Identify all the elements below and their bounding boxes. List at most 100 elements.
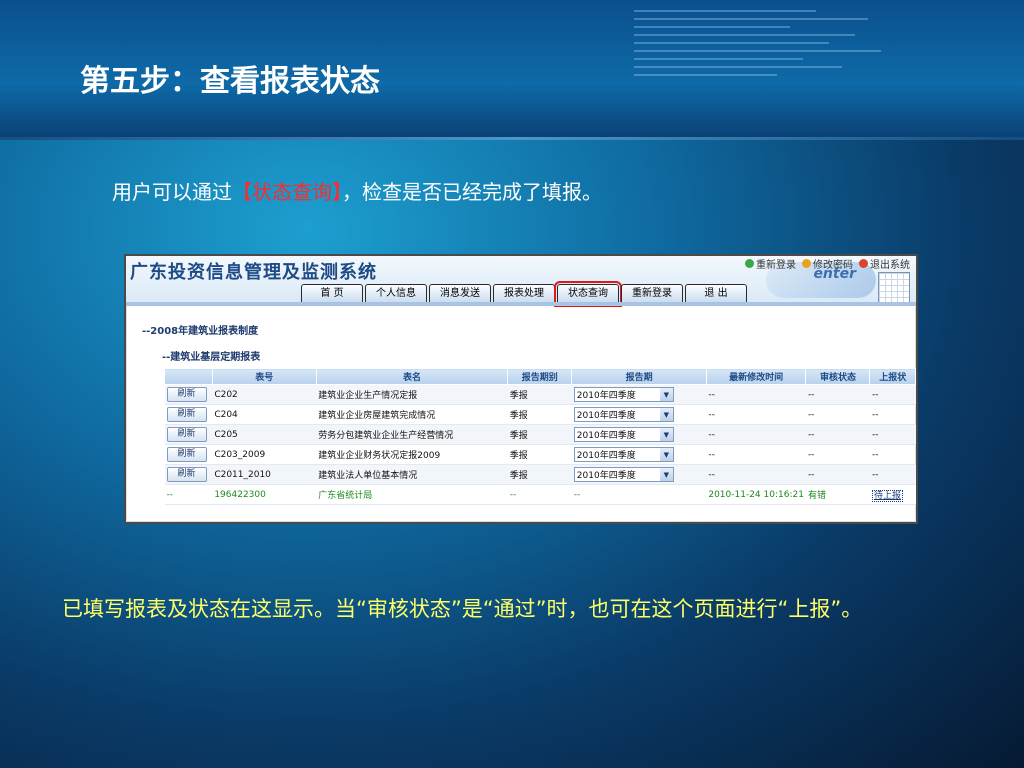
col-name: 表名 bbox=[315, 368, 509, 385]
summary-col0: -- bbox=[164, 484, 213, 505]
summary-period: -- bbox=[571, 484, 707, 505]
refresh-cell: 刷新 bbox=[164, 424, 213, 445]
summary-status: 有错 bbox=[805, 484, 870, 505]
relogin-icon bbox=[745, 259, 754, 268]
chevron-down-icon[interactable]: ▼ bbox=[659, 448, 673, 461]
breadcrumb-report-group[interactable]: --建筑业基层定期报表 bbox=[162, 348, 260, 363]
refresh-button[interactable]: 刷新 bbox=[166, 407, 207, 422]
period-type-cell: 季报 bbox=[507, 404, 572, 425]
period-select[interactable]: 2010年四季度 ▼ bbox=[573, 407, 674, 422]
period-type-cell: 季报 bbox=[507, 444, 572, 465]
period-select[interactable]: 2010年四季度 ▼ bbox=[573, 467, 674, 482]
code-cell: C202 bbox=[212, 384, 317, 405]
nav-status-query[interactable]: 状态查询 bbox=[554, 281, 622, 307]
code-cell: C204 bbox=[212, 404, 317, 425]
nav-messages[interactable]: 消息发送 bbox=[429, 284, 491, 304]
decorative-code-lines bbox=[634, 4, 894, 124]
col-period: 报告期 bbox=[571, 368, 707, 385]
period-cell: 2010年四季度 ▼ bbox=[571, 384, 707, 405]
chevron-down-icon[interactable]: ▼ bbox=[659, 388, 673, 401]
chevron-down-icon[interactable]: ▼ bbox=[659, 408, 673, 421]
report-status-cell: -- bbox=[869, 424, 916, 445]
intro-suffix: ，检查是否已经完成了填报。 bbox=[342, 180, 602, 204]
name-cell: 建筑业企业房屋建筑完成情况 bbox=[316, 404, 508, 425]
report-status-cell: -- bbox=[869, 404, 916, 425]
refresh-cell: 刷新 bbox=[164, 444, 213, 465]
table-row: 刷新 C2011_2010 建筑业法人单位基本情况 季报 2010年四季度 ▼ -- -- -- bbox=[164, 464, 916, 485]
table-row: 刷新 C202 建筑业企业生产情况定报 季报 2010年四季度 ▼ -- -- -- bbox=[164, 384, 916, 405]
period-select[interactable]: 2010年四季度 ▼ bbox=[573, 447, 674, 462]
review-status-cell: -- bbox=[805, 424, 870, 445]
summary-code: 196422300 bbox=[212, 484, 317, 505]
logout-link[interactable]: 退出系统 bbox=[859, 256, 910, 271]
review-status-cell: -- bbox=[805, 404, 870, 425]
relogin-link[interactable]: 重新登录 bbox=[745, 256, 796, 271]
period-cell: 2010年四季度 ▼ bbox=[571, 464, 707, 485]
report-status-cell: -- bbox=[869, 464, 916, 485]
period-select[interactable]: 2010年四季度 ▼ bbox=[573, 387, 674, 402]
refresh-button[interactable]: 刷新 bbox=[166, 427, 207, 442]
nav-reports[interactable]: 报表处理 bbox=[493, 284, 555, 304]
report-status-cell: -- bbox=[869, 444, 916, 465]
refresh-cell: 刷新 bbox=[164, 384, 213, 405]
code-cell: C203_2009 bbox=[212, 444, 317, 465]
main-nav: 首 页 个人信息 消息发送 报表处理 状态查询 重新登录 退 出 bbox=[301, 281, 747, 307]
summary-report: 待上报 bbox=[869, 484, 916, 505]
slide-title: 第五步：查看报表状态 bbox=[80, 64, 380, 99]
chevron-down-icon[interactable]: ▼ bbox=[659, 428, 673, 441]
intro-highlight: 【状态查询】 bbox=[232, 180, 342, 204]
report-status-table: 表号 表名 报告期别 报告期 最新修改时间 审核状态 上报状 刷新 C202 建筑业… bbox=[164, 368, 916, 505]
nav-exit[interactable]: 退 出 bbox=[685, 284, 747, 304]
nav-divider bbox=[126, 302, 916, 306]
app-header: 广东投资信息管理及监测系统 enter 重新登录 修改密码 退出系统 首 页 个… bbox=[126, 256, 916, 307]
refresh-button[interactable]: 刷新 bbox=[166, 387, 207, 402]
table-row: 刷新 C205 劳务分包建筑业企业生产经营情况 季报 2010年四季度 ▼ -- -- -- bbox=[164, 424, 916, 445]
col-action bbox=[164, 368, 213, 385]
refresh-button[interactable]: 刷新 bbox=[166, 447, 207, 462]
summary-modified: 2010-11-24 10:16:21 bbox=[706, 484, 806, 505]
calendar-icon bbox=[878, 272, 910, 304]
review-status-cell: -- bbox=[805, 384, 870, 405]
period-type-cell: 季报 bbox=[507, 464, 572, 485]
code-cell: C205 bbox=[212, 424, 317, 445]
refresh-cell: 刷新 bbox=[164, 404, 213, 425]
modified-cell: -- bbox=[706, 404, 806, 425]
code-cell: C2011_2010 bbox=[212, 464, 317, 485]
nav-relogin[interactable]: 重新登录 bbox=[621, 284, 683, 304]
col-modified: 最新修改时间 bbox=[705, 368, 807, 385]
nav-profile[interactable]: 个人信息 bbox=[365, 284, 427, 304]
refresh-button[interactable]: 刷新 bbox=[166, 467, 207, 482]
table-header-row: 表号 表名 报告期别 报告期 最新修改时间 审核状态 上报状 bbox=[164, 368, 916, 385]
table-row: 刷新 C204 建筑业企业房屋建筑完成情况 季报 2010年四季度 ▼ -- -- -- bbox=[164, 404, 916, 425]
period-select[interactable]: 2010年四季度 ▼ bbox=[573, 427, 674, 442]
table-row: 刷新 C203_2009 建筑业企业财务状况定报2009 季报 2010年四季度 ▼ -- -… bbox=[164, 444, 916, 465]
modified-cell: -- bbox=[706, 384, 806, 405]
submit-report-link[interactable]: 待上报 bbox=[871, 490, 903, 502]
change-password-link[interactable]: 修改密码 bbox=[802, 256, 853, 271]
period-cell: 2010年四季度 ▼ bbox=[571, 424, 707, 445]
key-icon bbox=[802, 259, 811, 268]
intro-text: 用户可以通过【状态查询】，检查是否已经完成了填报。 bbox=[112, 176, 602, 205]
name-cell: 建筑业法人单位基本情况 bbox=[316, 464, 508, 485]
app-screenshot: 广东投资信息管理及监测系统 enter 重新登录 修改密码 退出系统 首 页 个… bbox=[124, 254, 918, 524]
period-type-cell: 季报 bbox=[507, 384, 572, 405]
nav-home[interactable]: 首 页 bbox=[301, 284, 363, 304]
app-title: 广东投资信息管理及监测系统 bbox=[130, 262, 377, 283]
col-review-status: 审核状态 bbox=[805, 368, 871, 385]
review-status-cell: -- bbox=[805, 464, 870, 485]
top-links: 重新登录 修改密码 退出系统 bbox=[745, 256, 910, 271]
summary-period-type: -- bbox=[507, 484, 572, 505]
col-code: 表号 bbox=[211, 368, 317, 385]
modified-cell: -- bbox=[706, 464, 806, 485]
exit-icon bbox=[859, 259, 868, 268]
explanation-note: 已填写报表及状态在这显示。当“审核状态”是“通过”时，也可在这个页面进行“上报”… bbox=[62, 597, 863, 621]
col-report-status: 上报状 bbox=[869, 368, 916, 385]
modified-cell: -- bbox=[706, 444, 806, 465]
chevron-down-icon[interactable]: ▼ bbox=[659, 468, 673, 481]
period-type-cell: 季报 bbox=[507, 424, 572, 445]
report-status-cell: -- bbox=[869, 384, 916, 405]
col-period-type: 报告期别 bbox=[507, 368, 573, 385]
summary-name: 广东省统计局 bbox=[316, 484, 508, 505]
breadcrumb-system[interactable]: --2008年建筑业报表制度 bbox=[142, 322, 258, 337]
name-cell: 劳务分包建筑业企业生产经营情况 bbox=[316, 424, 508, 445]
